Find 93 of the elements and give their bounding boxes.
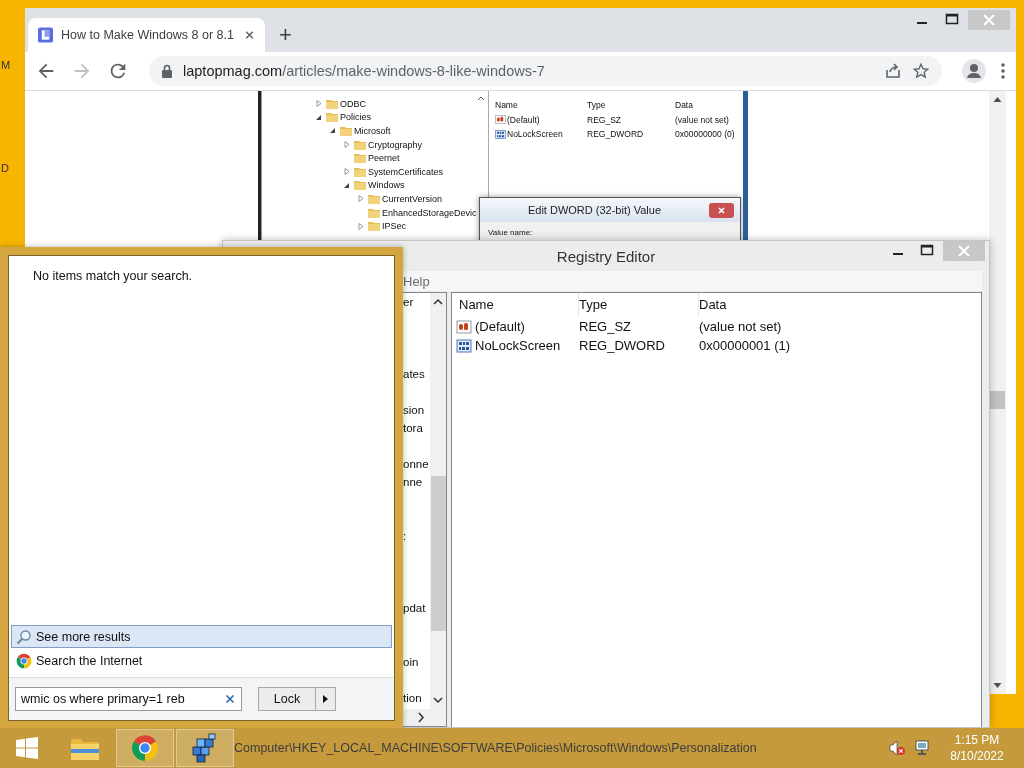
value-data: 0x00000000 (0) <box>675 129 736 140</box>
binary-value-icon <box>456 337 472 354</box>
expanded-arrow-icon[interactable] <box>328 126 338 136</box>
folder-icon <box>354 166 366 177</box>
scroll-thumb[interactable] <box>990 391 1005 409</box>
window-title: Registry Editor <box>556 247 656 265</box>
folder-icon <box>354 180 366 191</box>
value-name: (Default) <box>475 319 525 334</box>
value-type: REG_SZ <box>578 319 632 334</box>
favicon-icon <box>38 27 53 43</box>
folder-icon <box>326 112 338 123</box>
value-data: (value not set) <box>698 319 783 334</box>
field-label: Value name: <box>488 228 534 237</box>
binary-value-icon <box>495 128 506 140</box>
scroll-thumb[interactable] <box>431 476 446 631</box>
value-type: REG_SZ <box>587 114 622 125</box>
value-type: REG_DWORD <box>587 129 645 140</box>
scrollbar[interactable] <box>989 91 1006 694</box>
search-result-item[interactable]: Search the Internet <box>11 649 392 672</box>
folder-icon <box>368 207 380 218</box>
browser-tab[interactable]: How to Make Windows 8 or 8.1 <box>28 18 265 52</box>
tree-item[interactable]: er <box>403 293 430 311</box>
folder-icon <box>354 153 366 164</box>
column-header[interactable]: Data <box>699 293 981 317</box>
scrollbar[interactable] <box>430 293 446 709</box>
desktop-icon-label: M <box>1 59 11 71</box>
column-header[interactable]: Type <box>579 293 699 317</box>
lock-icon <box>161 64 173 78</box>
value-data: (value not set) <box>675 114 730 125</box>
search-result-item[interactable]: See more results <box>11 625 392 648</box>
windows-logo-icon <box>16 737 38 759</box>
tree-item[interactable]: Microsoft <box>354 126 391 136</box>
folder-icon <box>368 193 380 204</box>
folder-icon <box>368 221 380 232</box>
status-bar-path: Computer\HKEY_LOCAL_MACHINE\SOFTWARE\Policies\Microsoft\Windows\Personalization <box>234 741 757 755</box>
profile-avatar-icon[interactable] <box>962 59 986 83</box>
chrome-icon <box>16 652 32 669</box>
tree-item[interactable]: pdat <box>403 599 430 617</box>
value-data: 0x00000001 (1) <box>698 338 792 353</box>
column-header[interactable]: Data <box>675 100 743 111</box>
tree-item[interactable]: onne <box>403 455 430 473</box>
power-options-button[interactable] <box>316 687 336 711</box>
tree-item[interactable]: IPSec <box>382 221 406 232</box>
chrome-icon <box>131 734 159 762</box>
tree-item[interactable]: ODBC <box>340 98 366 109</box>
tree-item[interactable]: Policies <box>340 112 371 123</box>
tree-item[interactable]: nne <box>403 473 430 491</box>
tree-item[interactable]: Cryptography <box>368 139 423 150</box>
tree-item[interactable]: tion <box>403 689 430 707</box>
star-icon[interactable] <box>912 62 930 80</box>
tree-item[interactable]: EnhancedStorageDevic <box>382 207 477 218</box>
network-icon[interactable] <box>914 739 932 757</box>
value-name: NoLockScreen <box>507 129 563 140</box>
address-bar[interactable]: laptopmag.com/articles/make-windows-8-like-windows-7 <box>149 56 942 86</box>
tree-item[interactable]: ates <box>403 365 430 383</box>
taskbar-app-button[interactable] <box>176 729 234 767</box>
value-name: (Default) <box>507 114 540 125</box>
dialog-title: Edit DWORD (32-bit) Value <box>526 204 663 216</box>
lock-button[interactable]: Lock <box>258 687 316 711</box>
close-icon[interactable] <box>709 202 734 218</box>
new-tab-button[interactable]: + <box>275 22 296 48</box>
column-header[interactable]: Name <box>459 293 579 317</box>
search-icon <box>16 628 32 645</box>
menu-icon[interactable] <box>1000 61 1006 81</box>
tree-item[interactable]: : <box>403 527 430 545</box>
scroll-up-icon[interactable] <box>477 95 485 101</box>
menu-item[interactable]: Help <box>403 273 430 289</box>
folder-icon <box>326 98 338 109</box>
column-header[interactable]: Type <box>587 100 673 111</box>
clear-icon[interactable] <box>225 694 235 704</box>
tree-item[interactable]: sion <box>403 401 430 419</box>
tree-item[interactable]: Peernet <box>368 153 400 164</box>
tree-item[interactable]: CurrentVersion <box>382 193 443 204</box>
url-text: laptopmag.com/articles/make-windows-8-like-windows-7 <box>183 63 546 79</box>
speaker-muted-icon[interactable] <box>888 739 906 757</box>
folder-icon <box>340 126 352 136</box>
tree-item[interactable]: SystemCertificates <box>368 166 444 177</box>
value-type: REG_DWORD <box>578 338 666 353</box>
tree-item[interactable]: tora <box>403 419 430 437</box>
folder-icon <box>354 139 366 150</box>
horizontal-scrollbar[interactable] <box>403 709 446 726</box>
value-name: NoLockScreen <box>475 338 561 353</box>
tree-item[interactable]: Windows <box>368 180 405 191</box>
share-icon[interactable] <box>884 62 902 80</box>
column-header[interactable]: Name <box>495 100 585 111</box>
taskbar-app-button[interactable] <box>116 729 174 767</box>
tree-item[interactable]: oin <box>403 653 430 671</box>
triangle-right-icon <box>323 695 328 703</box>
desktop-icon-label: D <box>1 162 9 174</box>
search-field[interactable]: wmic os where primary=1 reb <box>15 687 242 711</box>
string-value-icon <box>456 318 472 335</box>
no-results-message: No items match your search. <box>33 269 193 283</box>
string-value-icon <box>495 114 506 126</box>
